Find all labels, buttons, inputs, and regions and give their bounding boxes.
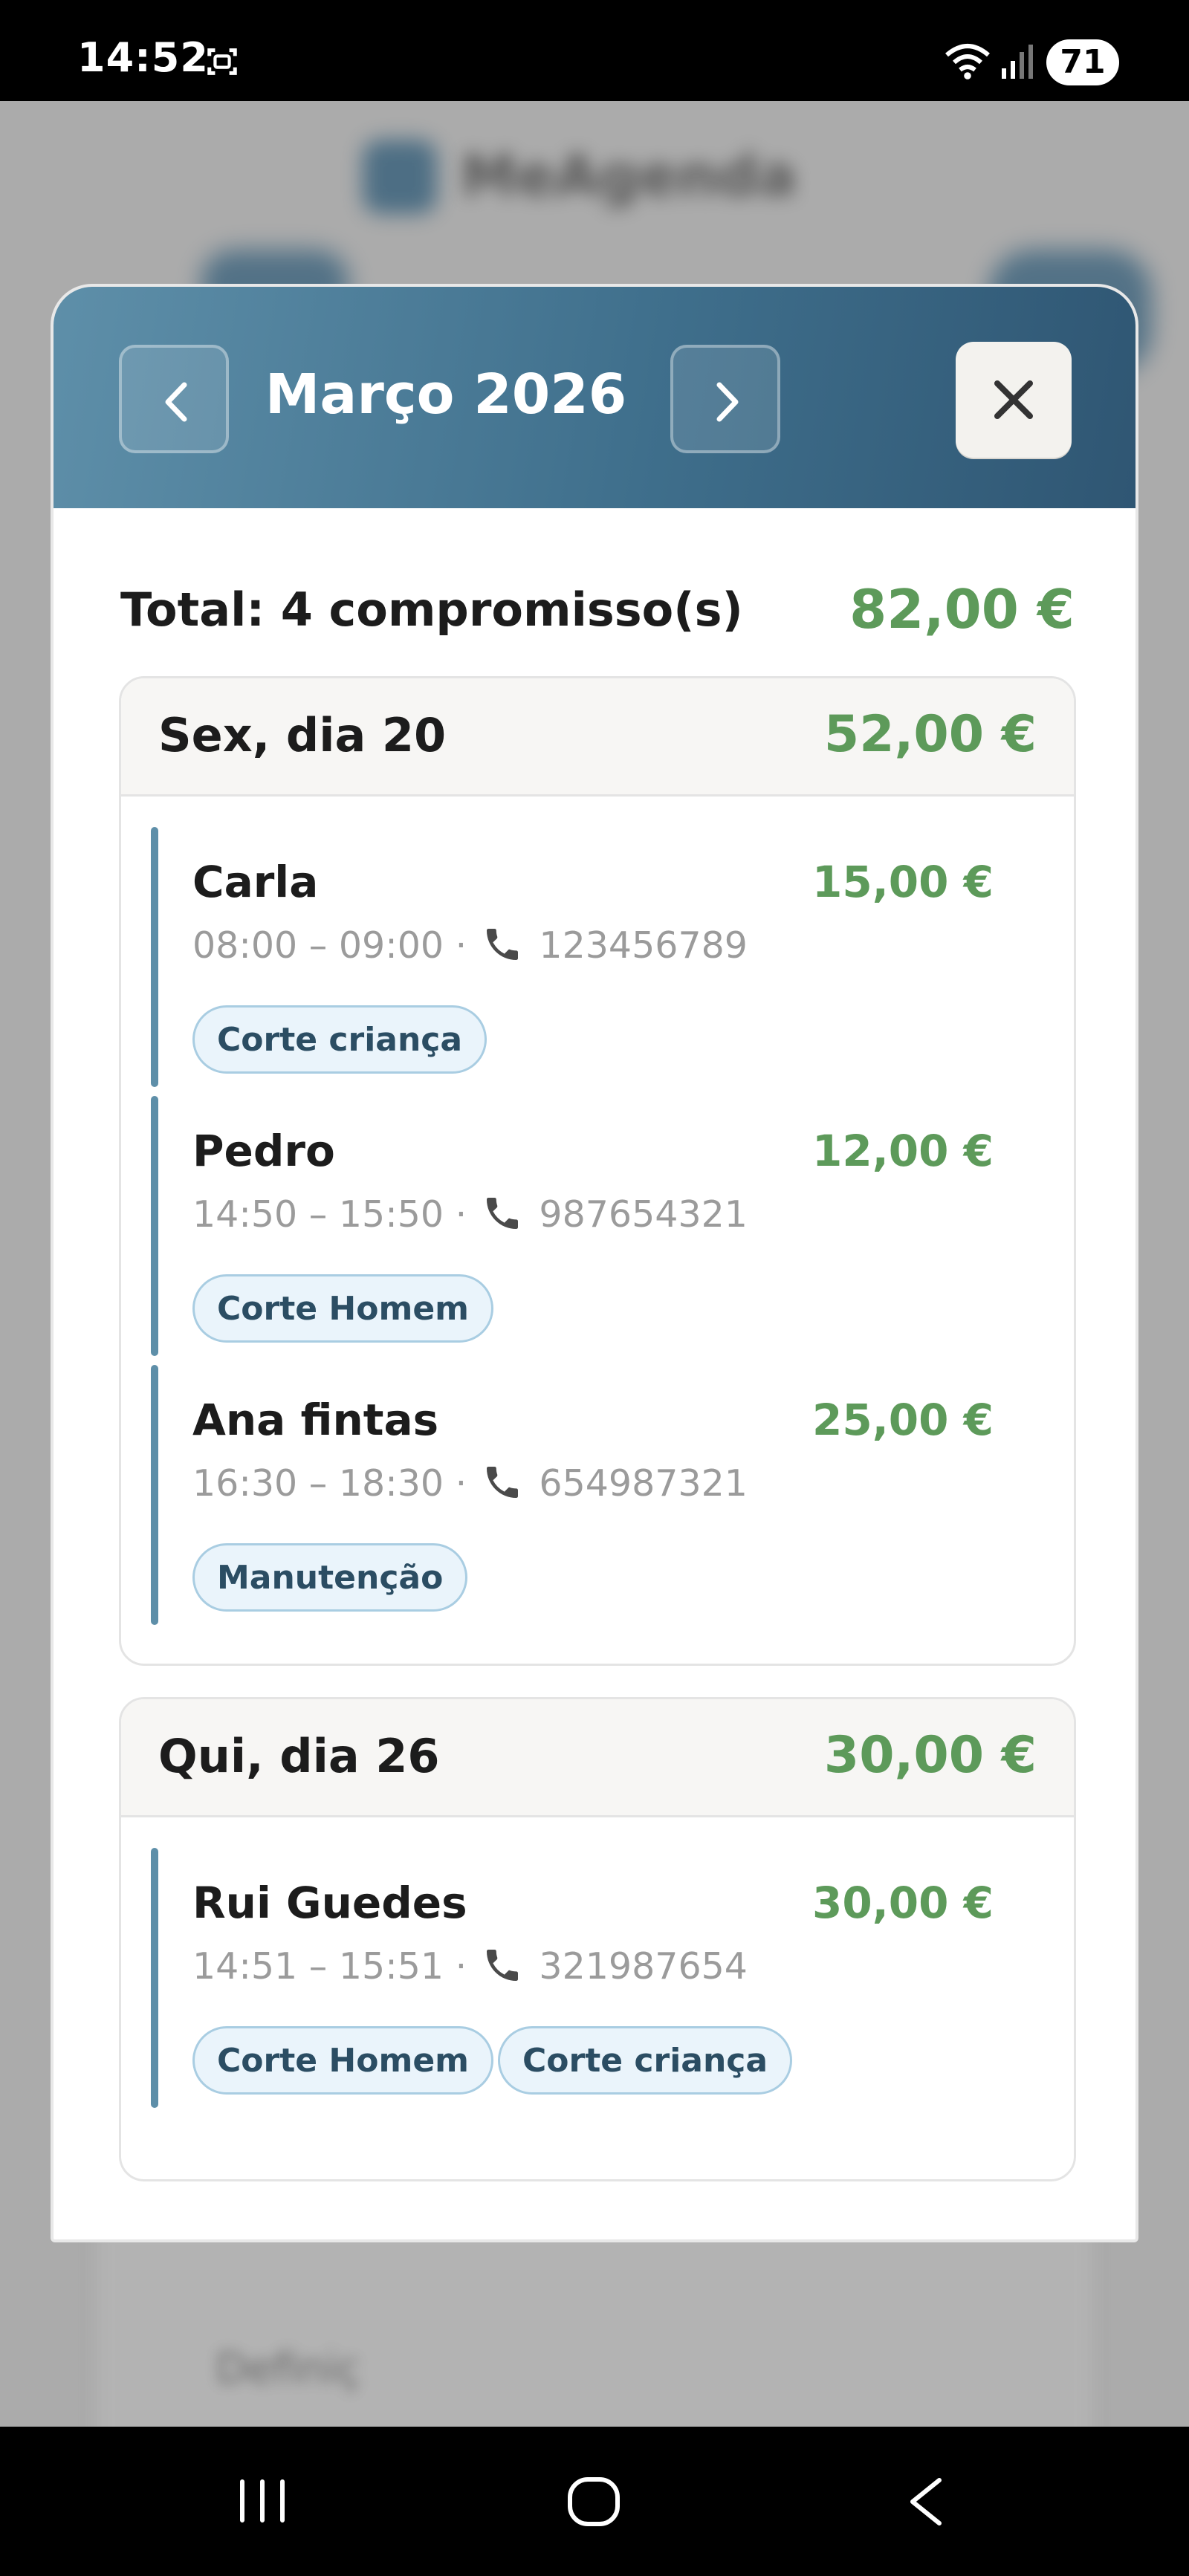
day-amount: 30,00 €	[823, 1726, 1037, 1785]
close-button[interactable]	[956, 342, 1072, 458]
appointment-accent-bar	[151, 1848, 158, 2108]
day-header: Sex, dia 20 52,00 €	[121, 678, 1074, 797]
background-text: Definiç	[216, 2345, 360, 2393]
phone-icon	[486, 1198, 518, 1229]
service-tags: Corte Homem Corte criança	[192, 2026, 797, 2095]
client-name: Pedro	[192, 1126, 335, 1176]
status-bar: 14:52 71	[0, 0, 1189, 101]
appointment-item[interactable]: Carla 15,00 € 08:00 – 09:00 · 123456789 …	[151, 827, 1043, 1087]
phone-icon	[486, 1467, 518, 1498]
total-label: Total: 4 compromisso(s)	[120, 583, 743, 637]
appointment-price: 15,00 €	[811, 857, 994, 907]
client-phone: 321987654	[539, 1945, 748, 1988]
service-tag: Corte criança	[192, 1005, 487, 1074]
month-title: Março 2026	[265, 363, 627, 426]
appointment-details: 16:30 – 18:30 · 654987321	[192, 1461, 748, 1505]
system-navigation-bar	[0, 2427, 1189, 2576]
appointment-accent-bar	[151, 1365, 158, 1625]
appointment-price: 25,00 €	[811, 1395, 994, 1445]
home-button[interactable]	[566, 2476, 621, 2528]
appointment-details: 14:51 – 15:51 · 321987654	[192, 1944, 748, 1988]
client-phone: 987654321	[539, 1193, 748, 1236]
service-tag: Manutenção	[192, 1543, 468, 1612]
service-tags: Manutenção	[192, 1543, 472, 1612]
appointment-time: 14:50 – 15:50 ·	[192, 1193, 467, 1236]
wifi-icon	[945, 44, 990, 80]
service-tag: Corte criança	[498, 2026, 793, 2095]
appointment-item[interactable]: Ana fintas 25,00 € 16:30 – 18:30 · 65498…	[151, 1365, 1043, 1625]
appointment-time: 08:00 – 09:00 ·	[192, 924, 467, 967]
modal-header: Março 2026	[54, 287, 1135, 508]
appointment-item[interactable]: Rui Guedes 30,00 € 14:51 – 15:51 · 32198…	[151, 1848, 1043, 2108]
service-tags: Corte Homem	[192, 1274, 498, 1343]
next-month-button[interactable]	[670, 345, 780, 453]
client-name: Ana fintas	[192, 1395, 439, 1445]
appointment-item[interactable]: Pedro 12,00 € 14:50 – 15:50 · 987654321 …	[151, 1096, 1043, 1356]
chevron-right-icon	[716, 382, 739, 422]
day-header: Qui, dia 26 30,00 €	[121, 1699, 1074, 1817]
appointment-details: 14:50 – 15:50 · 987654321	[192, 1193, 748, 1236]
service-tag: Corte Homem	[192, 2026, 494, 2095]
signal-icon	[1002, 45, 1033, 79]
appointment-price: 30,00 €	[811, 1878, 994, 1928]
appointment-time: 14:51 – 15:51 ·	[192, 1945, 467, 1988]
service-tags: Corte criança	[192, 1005, 491, 1074]
client-name: Rui Guedes	[192, 1878, 467, 1928]
day-card: Qui, dia 26 30,00 € Rui Guedes 30,00 € 1…	[119, 1697, 1076, 2181]
day-label: Qui, dia 26	[158, 1729, 440, 1783]
background-card	[97, 2226, 1092, 2427]
appointment-time: 16:30 – 18:30 ·	[192, 1462, 467, 1505]
screenshot-icon	[207, 48, 237, 75]
service-tag: Corte Homem	[192, 1274, 494, 1343]
battery-indicator: 71	[1046, 39, 1119, 85]
status-time: 14:52	[77, 34, 209, 81]
day-label: Sex, dia 20	[158, 708, 447, 762]
month-appointments-modal: Março 2026 Total: 4 compromisso(s) 82,00…	[51, 284, 1138, 2242]
back-button[interactable]	[907, 2476, 944, 2528]
appointment-accent-bar	[151, 827, 158, 1087]
phone-icon	[486, 1950, 518, 1981]
appointment-accent-bar	[151, 1096, 158, 1356]
client-phone: 654987321	[539, 1462, 748, 1505]
phone-icon	[486, 929, 518, 960]
app-title: MeAgenda	[461, 143, 797, 209]
previous-month-button[interactable]	[119, 345, 229, 453]
close-icon	[994, 380, 1033, 419]
chevron-left-icon	[165, 382, 187, 422]
recent-apps-button[interactable]	[236, 2477, 288, 2525]
app-logo	[363, 140, 437, 214]
appointment-details: 08:00 – 09:00 · 123456789	[192, 924, 748, 967]
client-name: Carla	[192, 857, 319, 907]
day-card: Sex, dia 20 52,00 € Carla 15,00 € 08:00 …	[119, 676, 1076, 1666]
total-amount: 82,00 €	[849, 578, 1075, 640]
appointment-price: 12,00 €	[811, 1126, 994, 1176]
day-amount: 52,00 €	[823, 705, 1037, 764]
client-phone: 123456789	[539, 924, 748, 967]
total-summary: Total: 4 compromisso(s) 82,00 €	[120, 575, 1075, 649]
